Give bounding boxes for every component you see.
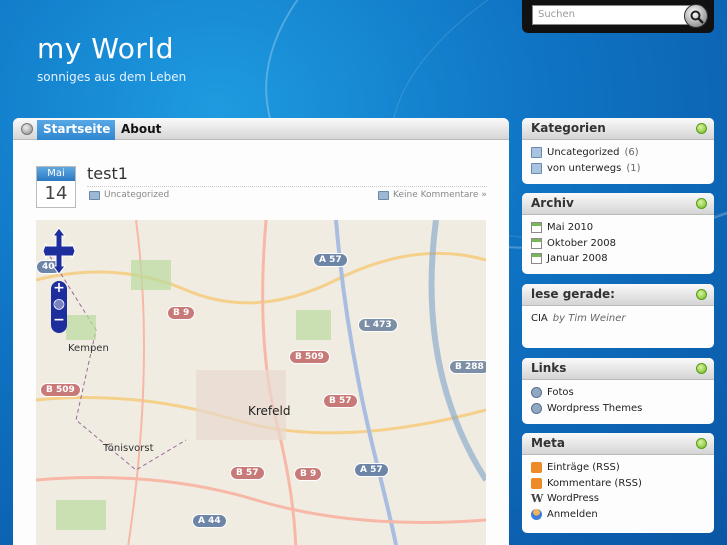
rss-icon — [531, 477, 542, 489]
tab-startseite[interactable]: Startseite — [37, 120, 115, 140]
meta-item[interactable]: W WordPress — [531, 491, 705, 507]
map-city-kempen: Kempen — [68, 343, 109, 354]
map-city-toenisvorst: Tönisvorst — [103, 443, 154, 454]
collapse-icon[interactable] — [696, 198, 707, 209]
nav-bullet-icon — [21, 123, 33, 135]
reading-book[interactable]: CIA by Tim Weiner — [531, 311, 705, 327]
post-meta-divider — [87, 186, 487, 187]
collapse-icon[interactable] — [696, 289, 707, 300]
globe-icon[interactable]: ◍ — [51, 297, 67, 313]
reading-book-title: CIA — [531, 313, 548, 325]
search-input[interactable]: Suchen — [532, 5, 699, 25]
map-road-b57: B 57 — [323, 394, 358, 408]
map-road-b9: B 9 — [167, 306, 196, 320]
collapse-icon[interactable] — [696, 363, 707, 374]
collapse-icon[interactable] — [696, 438, 707, 449]
map-road-b509: B 509 — [289, 350, 330, 364]
post-date-month: Mai — [37, 167, 75, 181]
map-city-krefeld: Krefeld — [248, 404, 291, 418]
tab-about[interactable]: About — [115, 120, 175, 140]
widget-reading: lese gerade: CIA by Tim Weiner — [522, 284, 714, 348]
reading-book-author: by Tim Weiner — [552, 313, 626, 325]
link-icon — [531, 402, 542, 414]
search-button[interactable] — [684, 4, 708, 28]
meta-item[interactable]: Kommentare (RSS) — [531, 476, 705, 492]
archive-item[interactable]: Mai 2010 — [531, 220, 705, 236]
meta-item[interactable]: Anmelden — [531, 507, 705, 523]
folder-icon — [531, 162, 542, 174]
widget-links: Links Fotos Wordpress Themes — [522, 358, 714, 424]
zoom-out-button[interactable]: − — [51, 313, 67, 329]
wordpress-icon: W — [531, 492, 544, 506]
post-date-day: 14 — [44, 183, 68, 204]
main-content: Startseite About Mai 14 test1 Uncategori… — [13, 118, 509, 545]
map-road-b57-south: B 57 — [230, 466, 265, 480]
zoom-in-button[interactable]: + — [51, 281, 67, 297]
post-title[interactable]: test1 — [87, 164, 128, 183]
comment-icon — [378, 190, 389, 200]
post-comments-link[interactable]: Keine Kommentare » — [393, 190, 487, 200]
folder-icon — [531, 147, 542, 159]
category-item[interactable]: von unterwegs (1) — [531, 161, 705, 177]
link-item[interactable]: Fotos — [531, 385, 705, 401]
calendar-icon — [531, 237, 542, 249]
map-view[interactable]: Kempen Krefeld Tönisvorst A 57 B 9 B 509… — [36, 220, 486, 545]
post-date-badge: Mai 14 — [36, 166, 76, 208]
widget-categories-title: Kategorien — [522, 118, 714, 140]
widget-meta: Meta Einträge (RSS) Kommentare (RSS) W W… — [522, 433, 714, 533]
post-category: Uncategorized — [89, 190, 169, 200]
link-item[interactable]: Wordpress Themes — [531, 401, 705, 417]
map-road-l473: L 473 — [358, 318, 398, 332]
calendar-icon — [531, 253, 542, 265]
widget-reading-title: lese gerade: — [522, 284, 714, 306]
calendar-icon — [531, 222, 542, 234]
site-title[interactable]: my World — [37, 32, 174, 65]
widget-archive-title: Archiv — [522, 193, 714, 215]
meta-item[interactable]: Einträge (RSS) — [531, 460, 705, 476]
collapse-icon[interactable] — [696, 123, 707, 134]
widget-meta-title: Meta — [522, 433, 714, 455]
widget-archive: Archiv Mai 2010 Oktober 2008 Januar 2008 — [522, 193, 714, 274]
widget-categories: Kategorien Uncategorized (6) von unterwe… — [522, 118, 714, 184]
search-icon — [690, 10, 704, 24]
map-road-b288: B 288 — [449, 360, 486, 374]
main-nav: Startseite About — [13, 118, 509, 140]
folder-icon — [89, 190, 100, 200]
widget-links-title: Links — [522, 358, 714, 380]
map-pan-control[interactable] — [42, 226, 76, 276]
map-road-b9-south: B 9 — [294, 467, 323, 481]
map-road-a44: A 44 — [192, 514, 227, 528]
link-icon — [531, 387, 542, 399]
archive-item[interactable]: Oktober 2008 — [531, 236, 705, 252]
rss-icon — [531, 462, 542, 474]
post-comments: Keine Kommentare » — [378, 190, 487, 200]
map-zoom-control: + ◍ − — [51, 281, 67, 333]
category-item[interactable]: Uncategorized (6) — [531, 145, 705, 161]
archive-item[interactable]: Januar 2008 — [531, 251, 705, 267]
map-road-b509-west: B 509 — [40, 383, 81, 397]
map-road-a57-south: A 57 — [354, 463, 389, 477]
post-category-link[interactable]: Uncategorized — [104, 190, 169, 200]
login-icon — [531, 508, 542, 520]
site-tagline: sonniges aus dem Leben — [37, 70, 187, 84]
map-roads — [36, 220, 486, 545]
map-road-a57: A 57 — [313, 253, 348, 267]
